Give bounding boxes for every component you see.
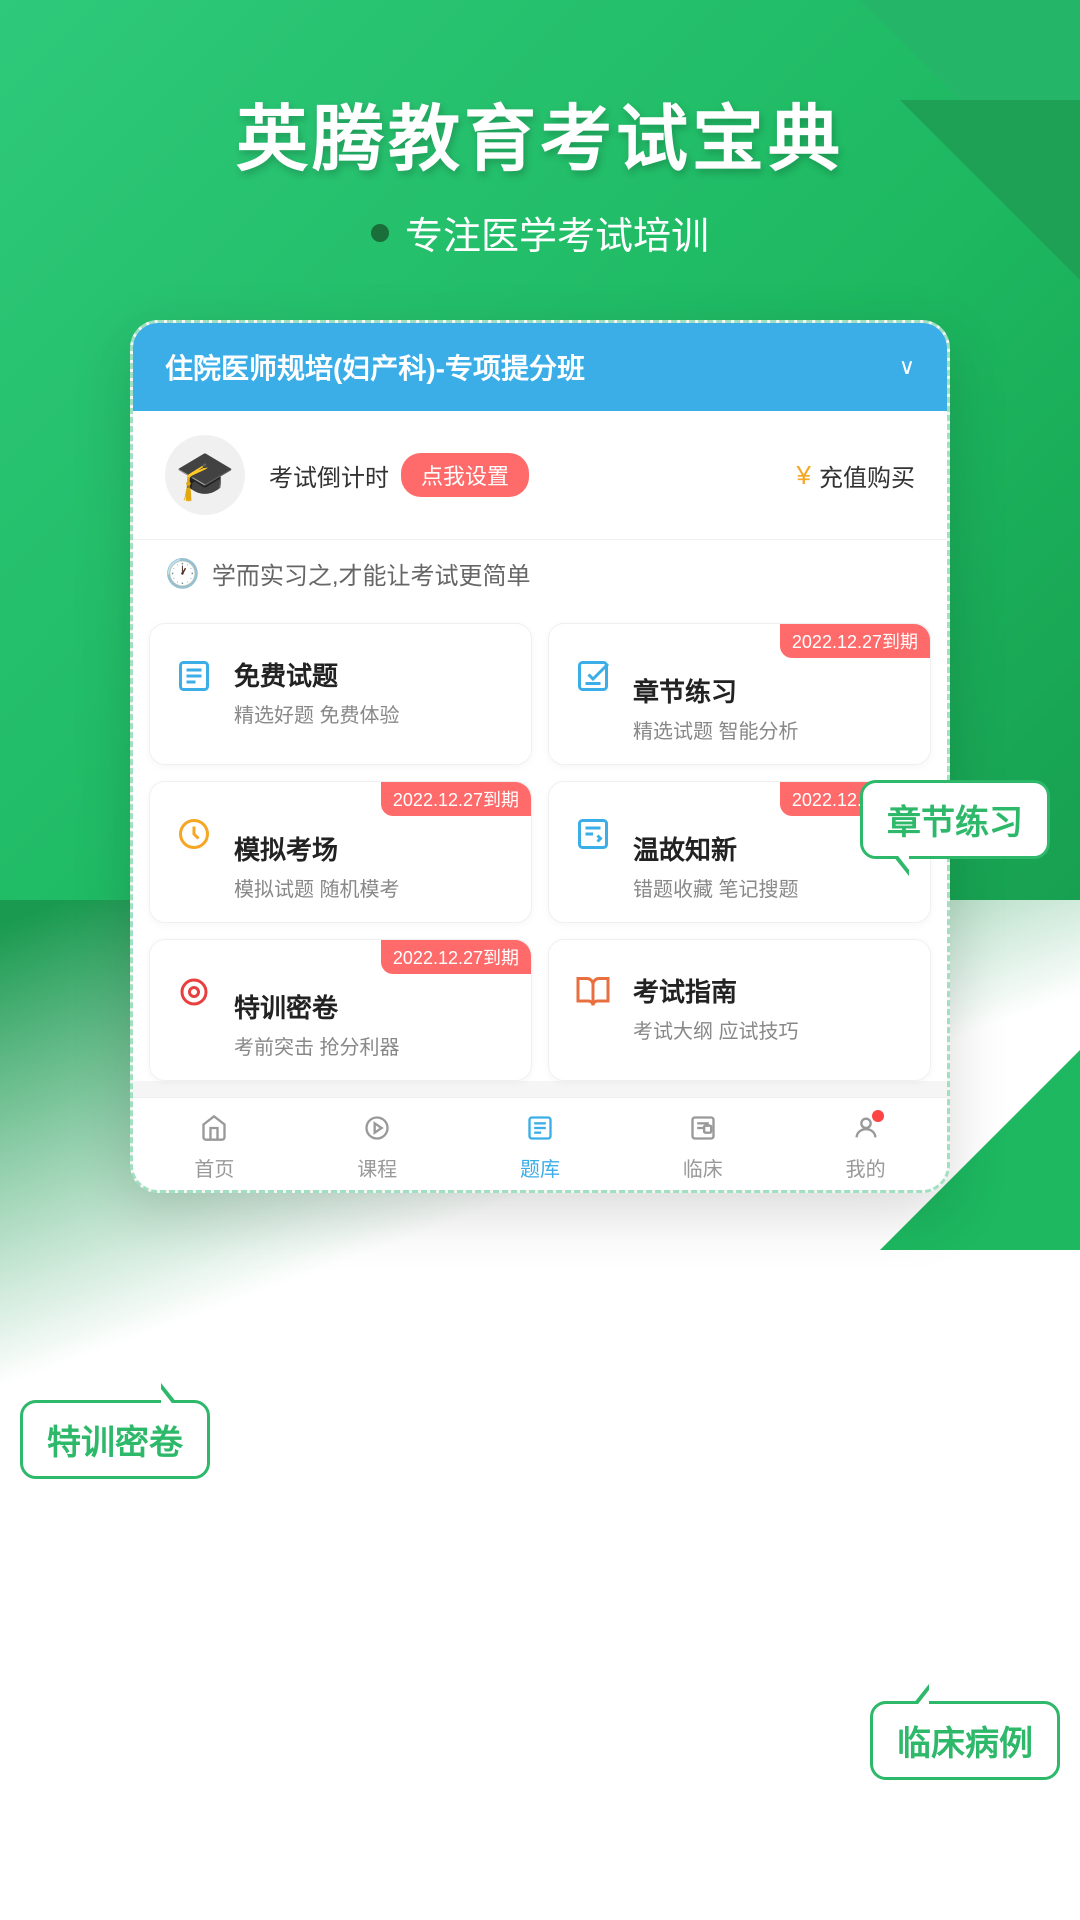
nav-label-course: 课程 [357, 1153, 397, 1182]
callout-chapter-practice-text: 章节练习 [887, 804, 1023, 842]
topbar-title: 住院医师规培(妇产科)-专项提分班 [165, 347, 585, 387]
avatar-area: 🎓 [165, 435, 245, 515]
expiry-badge-special-exam: 2022.12.27到期 [381, 940, 531, 974]
feature-icon-chapter-practice [569, 652, 617, 700]
nav-icon-mine [852, 1129, 880, 1146]
feature-icon-review [569, 810, 617, 858]
feature-name-chapter-practice: 章节练习 [633, 672, 910, 709]
callout-clinical-case-text: 临床病例 [897, 1725, 1033, 1763]
callout-clinical-case: 临床病例 [870, 1701, 1060, 1780]
clock-icon: 🕐 [165, 557, 200, 590]
nav-label-clinical: 临床 [683, 1153, 723, 1182]
app-topbar: 住院医师规培(妇产科)-专项提分班 ∨ [133, 323, 947, 411]
nav-icon-question-bank [526, 1129, 554, 1146]
nav-label-mine: 我的 [846, 1153, 886, 1182]
feature-card-exam-guide[interactable]: 考试指南 考试大纲 应试技巧 [548, 939, 931, 1081]
avatar: 🎓 [165, 435, 245, 515]
profile-row: 🎓 考试倒计时 点我设置 ¥ 充值购买 [133, 411, 947, 539]
nav-icon-wrapper-clinical [689, 1114, 717, 1147]
countdown-section: 考试倒计时 点我设置 [269, 453, 773, 497]
feature-desc-free-questions: 精选好题 免费体验 [234, 699, 511, 728]
feature-name-mock-exam: 模拟考场 [234, 830, 511, 867]
nav-item-home[interactable]: 首页 [133, 1114, 296, 1182]
dot-indicator [371, 224, 389, 242]
feature-name-free-questions: 免费试题 [234, 656, 511, 693]
nav-item-clinical[interactable]: 临床 [621, 1114, 784, 1182]
content-area: 英腾教育考试宝典 专注医学考试培训 住院医师规培(妇产科)-专项提分班 ∨ 🎓 … [0, 0, 1080, 1193]
feature-text-special-exam: 特训密卷 考前突击 抢分利器 [234, 964, 511, 1060]
nav-icon-wrapper-question-bank [526, 1114, 554, 1147]
feature-desc-special-exam: 考前突击 抢分利器 [234, 1031, 511, 1060]
feature-text-free-questions: 免费试题 精选好题 免费体验 [234, 648, 511, 728]
nav-icon-wrapper-mine [852, 1114, 880, 1147]
feature-text-mock-exam: 模拟考场 模拟试题 随机模考 [234, 806, 511, 902]
feature-name-exam-guide: 考试指南 [633, 972, 910, 1009]
set-button[interactable]: 点我设置 [401, 453, 529, 497]
recharge-label: 充值购买 [819, 458, 915, 493]
feature-icon-special-exam [170, 968, 218, 1016]
callout-chapter-practice: 章节练习 [860, 780, 1050, 859]
callout-special-exam: 特训密卷 [20, 1400, 210, 1479]
notice-row: 🕐 学而实习之,才能让考试更简单 [133, 539, 947, 607]
feature-desc-review: 错题收藏 笔记搜题 [633, 873, 910, 902]
feature-desc-chapter-practice: 精选试题 智能分析 [633, 715, 910, 744]
feature-card-free-questions[interactable]: 免费试题 精选好题 免费体验 [149, 623, 532, 765]
nav-label-question-bank: 题库 [520, 1153, 560, 1182]
nav-icon-home [200, 1129, 228, 1146]
feature-icon-exam-guide [569, 968, 617, 1016]
callout-special-exam-text: 特训密卷 [47, 1424, 183, 1462]
phone-mockup: 住院医师规培(妇产科)-专项提分班 ∨ 🎓 考试倒计时 点我设置 ¥ 充值购买 … [130, 320, 950, 1193]
nav-icon-course [363, 1129, 391, 1146]
features-grid: 免费试题 精选好题 免费体验 2022.12.27到期 章节练习 精选试题 智能… [133, 607, 947, 1081]
notice-text: 学而实习之,才能让考试更简单 [212, 556, 531, 591]
app-subtitle: 专注医学考试培训 [405, 205, 709, 260]
nav-icon-clinical [689, 1129, 717, 1146]
feature-desc-exam-guide: 考试大纲 应试技巧 [633, 1015, 910, 1044]
feature-card-mock-exam[interactable]: 2022.12.27到期 模拟考场 模拟试题 随机模考 [149, 781, 532, 923]
countdown-label: 考试倒计时 [269, 458, 389, 493]
nav-item-course[interactable]: 课程 [296, 1114, 459, 1182]
nav-label-home: 首页 [194, 1153, 234, 1182]
recharge-button[interactable]: ¥ 充值购买 [797, 458, 915, 493]
nav-icon-wrapper-home [200, 1114, 228, 1147]
app-title: 英腾教育考试宝典 [236, 80, 844, 185]
nav-badge-dot-mine [872, 1110, 884, 1122]
expiry-badge-chapter-practice: 2022.12.27到期 [780, 624, 930, 658]
expiry-badge-mock-exam: 2022.12.27到期 [381, 782, 531, 816]
nav-item-mine[interactable]: 我的 [784, 1114, 947, 1182]
feature-text-exam-guide: 考试指南 考试大纲 应试技巧 [633, 964, 910, 1044]
feature-card-special-exam[interactable]: 2022.12.27到期 特训密卷 考前突击 抢分利器 [149, 939, 532, 1081]
feature-card-chapter-practice[interactable]: 2022.12.27到期 章节练习 精选试题 智能分析 [548, 623, 931, 765]
feature-desc-mock-exam: 模拟试题 随机模考 [234, 873, 511, 902]
nav-item-question-bank[interactable]: 题库 [459, 1114, 622, 1182]
bottom-nav: 首页 课程 题库 临床 我的 [133, 1097, 947, 1190]
feature-name-special-exam: 特训密卷 [234, 988, 511, 1025]
nav-icon-wrapper-course [363, 1114, 391, 1147]
coin-icon: ¥ [797, 460, 811, 491]
subtitle-row: 专注医学考试培训 [371, 205, 709, 260]
feature-text-chapter-practice: 章节练习 精选试题 智能分析 [633, 648, 910, 744]
dropdown-arrow-icon[interactable]: ∨ [899, 354, 915, 380]
feature-icon-mock-exam [170, 810, 218, 858]
feature-icon-free-questions [170, 652, 218, 700]
